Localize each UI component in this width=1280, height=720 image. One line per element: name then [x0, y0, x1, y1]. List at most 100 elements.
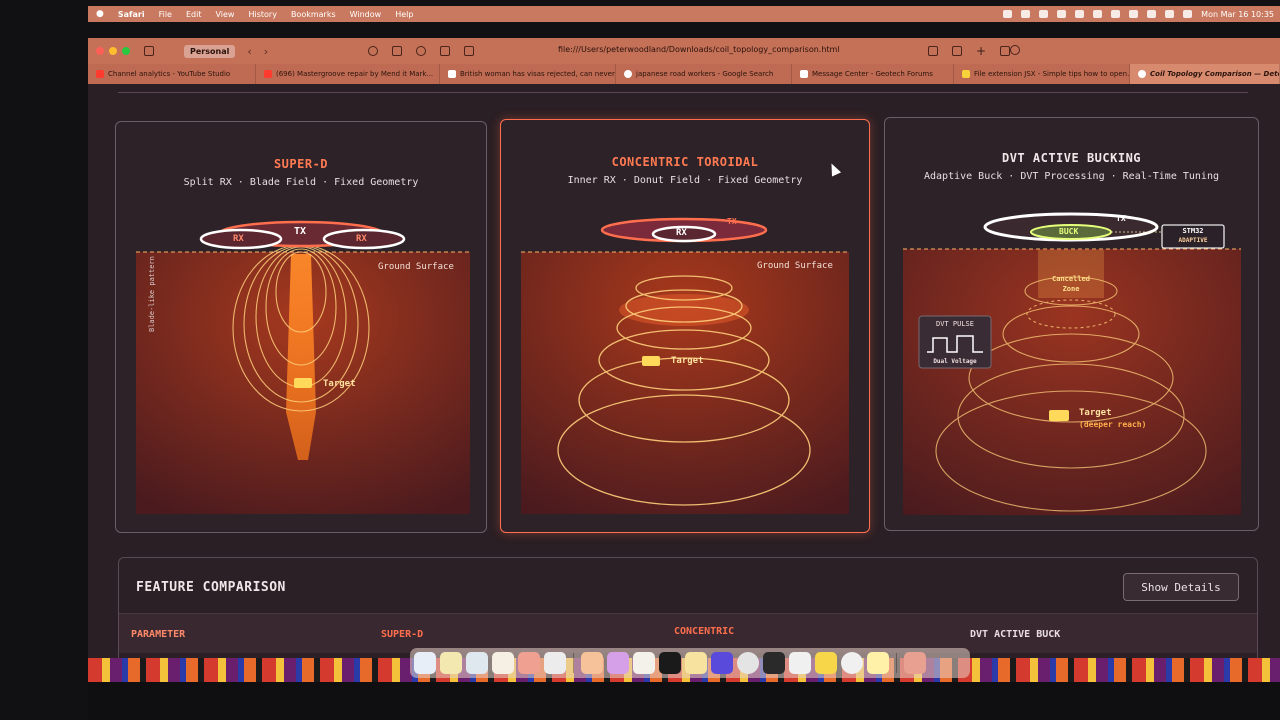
control-center-icon[interactable]: [1183, 10, 1193, 18]
extension-icon[interactable]: [416, 46, 427, 56]
browser-tab[interactable]: British woman has visas rejected, can ne…: [440, 64, 616, 84]
magnifier-icon[interactable]: [841, 652, 863, 674]
dvt-pulse-subtitle: Dual Voltage: [933, 358, 977, 365]
capcut-icon[interactable]: [659, 652, 681, 674]
tab-overview-icon[interactable]: [1000, 46, 1010, 56]
settings-icon[interactable]: [737, 652, 759, 674]
reload-icon[interactable]: [1010, 45, 1020, 55]
toolbar-right-actions: +: [927, 45, 1010, 57]
home-icon[interactable]: [392, 46, 403, 56]
kindle-icon[interactable]: [607, 652, 629, 674]
status-icon[interactable]: [1057, 10, 1067, 18]
target-marker: [294, 378, 312, 388]
browser-tab[interactable]: File extension JSX - Simple tips how to …: [954, 64, 1130, 84]
menu-help[interactable]: Help: [395, 10, 413, 19]
folder-icon: [962, 70, 970, 78]
browser-tab-active[interactable]: Coil Topology Comparison — DetectorMade: [1130, 64, 1280, 84]
share-icon[interactable]: [951, 46, 962, 56]
toolbar-actions: [1010, 45, 1020, 55]
tab-bar: Channel analytics - YouTube Studio (696)…: [88, 64, 1280, 84]
sidebar-toggle-icon[interactable]: [144, 46, 154, 56]
minimize-window-button[interactable]: [109, 47, 117, 55]
coil-card-concentric[interactable]: CONCENTRIC TOROIDAL Inner RX · Donut Fie…: [500, 119, 870, 533]
column-header-super-d: SUPER-D: [381, 629, 424, 640]
preview-icon[interactable]: [581, 652, 603, 674]
browser-tab[interactable]: Message Center - Geotech Forums: [792, 64, 954, 84]
menu-history[interactable]: History: [248, 10, 276, 19]
menu-edit[interactable]: Edit: [186, 10, 202, 19]
address-bar[interactable]: file:///Users/peterwoodland/Downloads/co…: [558, 45, 840, 54]
dock-separator: [573, 653, 574, 673]
finder-icon[interactable]: [414, 652, 436, 674]
card-subtitle: Adaptive Buck · DVT Processing · Real-Ti…: [923, 171, 1219, 182]
menu-app-name[interactable]: Safari: [118, 10, 145, 19]
box-icon[interactable]: [544, 652, 566, 674]
reader-icon[interactable]: [440, 46, 451, 56]
calendar-icon[interactable]: [711, 652, 733, 674]
forward-arrow-icon[interactable]: ›: [264, 45, 268, 58]
google-icon: [624, 70, 632, 78]
tab-label: (696) Mastergroove repair by Mend it Mar…: [276, 70, 434, 78]
browser-tab[interactable]: Channel analytics - YouTube Studio: [88, 64, 256, 84]
macos-menubar: ● Safari File Edit View History Bookmark…: [88, 6, 1280, 22]
monitor-bezel: [88, 682, 1280, 720]
status-icon[interactable]: [1003, 10, 1013, 18]
new-tab-icon[interactable]: +: [976, 45, 986, 57]
bluetooth-icon[interactable]: [1111, 10, 1121, 18]
browser-tab[interactable]: japanese road workers - Google Search: [616, 64, 792, 84]
notes-icon[interactable]: [440, 652, 462, 674]
terminal-icon[interactable]: [763, 652, 785, 674]
show-details-button[interactable]: Show Details: [1123, 573, 1239, 601]
card-subtitle: Inner RX · Donut Field · Fixed Geometry: [567, 175, 803, 186]
super-d-field-diagram: TX RX RX Ground Surface Blade-like patte…: [116, 212, 486, 522]
coil-card-dvt-active-bucking[interactable]: DVT ACTIVE BUCKING Adaptive Buck · DVT P…: [884, 117, 1259, 531]
menu-bookmarks[interactable]: Bookmarks: [291, 10, 336, 19]
coil-card-super-d[interactable]: SUPER-D Split RX · Blade Field · Fixed G…: [115, 121, 487, 533]
blade-beam: [286, 254, 316, 460]
cloud-icon[interactable]: [368, 46, 379, 56]
tab-label: Coil Topology Comparison — DetectorMade: [1150, 70, 1279, 78]
music-icon[interactable]: [518, 652, 540, 674]
target-label: Target: [323, 379, 356, 389]
files-icon[interactable]: [633, 652, 655, 674]
back-arrow-icon[interactable]: ‹: [247, 45, 251, 58]
browser-tab[interactable]: (696) Mastergroove repair by Mend it Mar…: [256, 64, 440, 84]
profile-selector[interactable]: Personal: [184, 44, 236, 58]
apple-icon[interactable]: ●: [96, 9, 104, 19]
status-icon[interactable]: [1075, 10, 1085, 18]
soil-region: [521, 252, 849, 514]
bookmark-icon[interactable]: [464, 46, 475, 56]
target-label: Target: [1079, 408, 1112, 418]
menu-window[interactable]: Window: [350, 10, 382, 19]
downloads-icon[interactable]: [927, 46, 938, 56]
menu-file[interactable]: File: [159, 10, 172, 19]
search-icon[interactable]: [1165, 10, 1175, 18]
browser-toolbar: Personal ‹ › file:///Users/peterwoodland…: [88, 38, 1280, 64]
cancelled-zone-label-2: Zone: [1062, 285, 1080, 293]
menubar-clock[interactable]: Mon Mar 16 10:35: [1201, 10, 1274, 19]
chip-label-line2: ADAPTIVE: [1178, 237, 1208, 244]
status-icon[interactable]: [1039, 10, 1049, 18]
zoom-window-button[interactable]: [122, 47, 130, 55]
photos-icon[interactable]: [492, 652, 514, 674]
close-window-button[interactable]: [96, 47, 104, 55]
tx-label: TX: [294, 226, 307, 237]
stickies-icon[interactable]: [867, 652, 889, 674]
youtube-icon: [264, 70, 272, 78]
battery-icon[interactable]: [1129, 10, 1139, 18]
status-icon[interactable]: [1093, 10, 1103, 18]
textedit-icon[interactable]: [789, 652, 811, 674]
tab-label: Channel analytics - YouTube Studio: [108, 70, 231, 78]
maps-icon[interactable]: [466, 652, 488, 674]
concentration-band: [619, 294, 749, 326]
dvt-pulse-title: DVT PULSE: [936, 320, 974, 328]
menu-view[interactable]: View: [215, 10, 234, 19]
folder-icon[interactable]: [685, 652, 707, 674]
tab-label: japanese road workers - Google Search: [636, 70, 774, 78]
trash-icon[interactable]: [904, 652, 926, 674]
concentric-field-diagram: TX RX Ground Surface Target: [501, 210, 869, 522]
status-icon[interactable]: [1021, 10, 1031, 18]
drive-icon[interactable]: [815, 652, 837, 674]
wifi-icon[interactable]: [1147, 10, 1157, 18]
tx-label: TX: [1116, 214, 1126, 223]
